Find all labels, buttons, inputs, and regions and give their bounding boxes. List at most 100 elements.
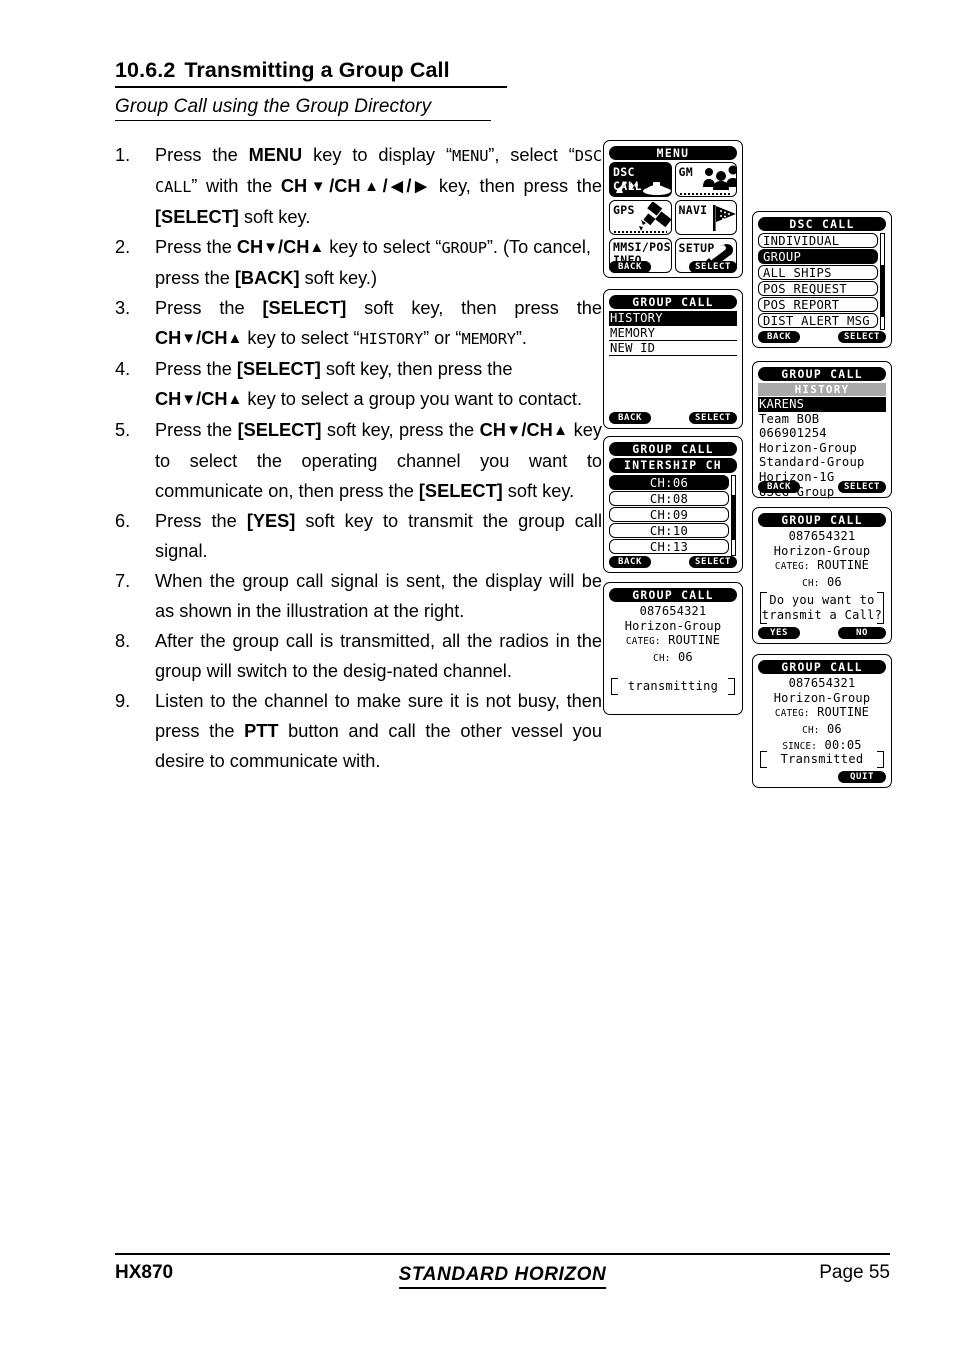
mmsi-value: 087654321: [788, 676, 856, 690]
list-item[interactable]: POS REQUEST: [758, 281, 878, 296]
manual-page: 10.6.2 Transmitting a Group Call Group Ca…: [0, 0, 954, 1354]
lcd-title: MENU: [609, 146, 737, 160]
bracket-left-icon: [760, 592, 767, 624]
menu-tile-dsc-call[interactable]: DSC CALL: [609, 162, 672, 197]
soft-key-select[interactable]: SELECT: [838, 331, 886, 343]
step-number: 9.: [115, 691, 131, 711]
list-item[interactable]: INDIVIDUAL: [758, 233, 878, 248]
lcd-screen-dsc-call: DSC CALL INDIVIDUAL GROUP ALL SHIPS POS …: [752, 211, 892, 348]
page-footer: HX870 STANDARD HORIZON Page 55: [115, 1262, 890, 1292]
lcd-subtitle-intership: INTERSHIP CH: [609, 458, 737, 473]
soft-key-no[interactable]: NO: [838, 627, 886, 639]
lcd-soft-key-bar: BACK SELECT: [609, 261, 737, 273]
step-number: 3.: [115, 298, 131, 318]
soft-key-back[interactable]: BACK: [609, 412, 651, 424]
list-item[interactable]: Team BOB: [758, 412, 886, 427]
step-text: When the group call signal is sent, the …: [155, 571, 602, 621]
list-item[interactable]: POS REPORT: [758, 297, 878, 312]
mmsi-value: 087654321: [788, 529, 856, 543]
section-number: 10.6.2: [115, 58, 176, 82]
list-item[interactable]: GROUP: [758, 249, 878, 264]
soft-key-select[interactable]: SELECT: [838, 481, 886, 493]
status-message: Transmitted: [780, 752, 864, 766]
step-1: 1. Press the MENU key to display “MENU”,…: [115, 140, 602, 232]
bracket-left-icon: [611, 678, 618, 695]
list-item[interactable]: NEW ID: [609, 341, 737, 356]
soft-key-back[interactable]: BACK: [758, 481, 800, 493]
step-5: 5. Press the [SELECT] soft key, press th…: [115, 415, 602, 506]
category-row: CATEG: ROUTINE: [758, 705, 886, 722]
step-2: 2. Press the CH▼/CH▲ key to select “GROU…: [115, 232, 602, 293]
scrollbar-thumb[interactable]: [881, 265, 884, 317]
step-number: 1.: [115, 145, 131, 165]
soft-key-quit[interactable]: QUIT: [838, 771, 886, 783]
instruction-steps: 1. Press the MENU key to display “MENU”,…: [115, 140, 602, 776]
lcd-screen-menu: MENU DSC CALL GM GPS NAVI MMSI/POS INFO …: [603, 140, 743, 278]
channel-row: CH: 06: [758, 722, 886, 739]
category-label: CATEG:: [625, 636, 661, 647]
soft-key-select[interactable]: SELECT: [689, 261, 737, 273]
list-item[interactable]: HISTORY: [609, 311, 737, 326]
category-value: ROUTINE: [817, 558, 870, 572]
list-item[interactable]: CH:10: [609, 523, 729, 538]
menu-tile-gm[interactable]: GM: [674, 162, 737, 197]
section-heading: 10.6.2 Transmitting a Group Call: [115, 58, 615, 86]
tile-dotted-underline: [614, 231, 667, 233]
menu-tile-label: GPS: [613, 203, 635, 217]
soft-key-select[interactable]: SELECT: [689, 412, 737, 424]
soft-key-back[interactable]: BACK: [609, 556, 651, 568]
lcd-title: GROUP CALL: [758, 367, 886, 381]
call-details: 087654321 Horizon-Group CATEG: ROUTINE C…: [758, 676, 886, 755]
list-item[interactable]: CH:13: [609, 539, 729, 554]
menu-tile-label: NAVI: [678, 203, 708, 217]
section-subtitle: Group Call using the Group Directory: [115, 96, 432, 117]
soft-key-back[interactable]: BACK: [758, 331, 800, 343]
step-text: Press the MENU key to display “MENU”, se…: [155, 145, 602, 227]
category-value: ROUTINE: [817, 705, 870, 719]
status-message-box: Transmitted: [760, 751, 884, 768]
confirm-message-line1: Do you want to: [769, 593, 875, 607]
step-text: After the group call is transmitted, all…: [155, 631, 602, 681]
list-item[interactable]: ALL SHIPS: [758, 265, 878, 280]
subtitle-rule: [115, 120, 491, 121]
lcd-title: GROUP CALL: [758, 660, 886, 674]
confirm-message-box: Do you want to transmit a Call?: [760, 592, 884, 624]
call-details: 087654321 Horizon-Group CATEG: ROUTINE C…: [609, 604, 737, 666]
group-people-icon: [702, 165, 737, 190]
heading-rule: [115, 86, 507, 88]
soft-key-select[interactable]: SELECT: [689, 556, 737, 568]
list-item[interactable]: Standard-Group: [758, 455, 886, 470]
lcd-screen-group-call-source: GROUP CALL HISTORY MEMORY NEW ID BACK SE…: [603, 289, 743, 429]
tile-dotted-underline: [679, 193, 732, 195]
step-8: 8. After the group call is transmitted, …: [115, 626, 602, 686]
channel-value: 06: [677, 649, 693, 664]
flag-icon: [712, 205, 736, 231]
list-item[interactable]: Horizon-Group: [758, 441, 886, 456]
list-item[interactable]: DIST ALERT MSG: [758, 313, 878, 328]
menu-tile-navi[interactable]: NAVI: [674, 200, 737, 235]
list-item[interactable]: CH:09: [609, 507, 729, 522]
soft-key-yes[interactable]: YES: [758, 627, 800, 639]
menu-tile-grid: DSC CALL GM GPS NAVI MMSI/POS INFO SETUP: [609, 162, 737, 273]
list-item[interactable]: KARENS: [758, 397, 886, 412]
soft-key-back[interactable]: BACK: [609, 261, 651, 273]
step-text: Press the CH▼/CH▲ key to select “GROUP”.…: [155, 237, 591, 288]
step-3: 3. Press the [SELECT] soft key, then pre…: [115, 293, 602, 354]
list-item[interactable]: CH:08: [609, 491, 729, 506]
channel-row: CH: 06: [609, 650, 737, 667]
category-label: CATEG:: [774, 708, 810, 719]
list-item[interactable]: CH:06: [609, 475, 729, 490]
category-row: CATEG: ROUTINE: [758, 558, 886, 575]
list-item[interactable]: 066901254: [758, 426, 886, 441]
channel-label: CH:: [802, 577, 820, 589]
intership-ch-list: CH:06 CH:08 CH:09 CH:10 CH:13: [609, 475, 737, 556]
step-7: 7. When the group call signal is sent, t…: [115, 566, 602, 626]
footer-brand-logo: STANDARD HORIZON: [398, 1264, 607, 1289]
list-item[interactable]: MEMORY: [609, 326, 737, 341]
category-value: ROUTINE: [668, 633, 721, 647]
step-number: 5.: [115, 420, 131, 440]
menu-tile-gps[interactable]: GPS: [609, 200, 672, 235]
scrollbar-thumb[interactable]: [732, 495, 735, 540]
step-text: Press the [YES] soft key to transmit the…: [155, 511, 602, 561]
footer-model: HX870: [115, 1262, 174, 1283]
